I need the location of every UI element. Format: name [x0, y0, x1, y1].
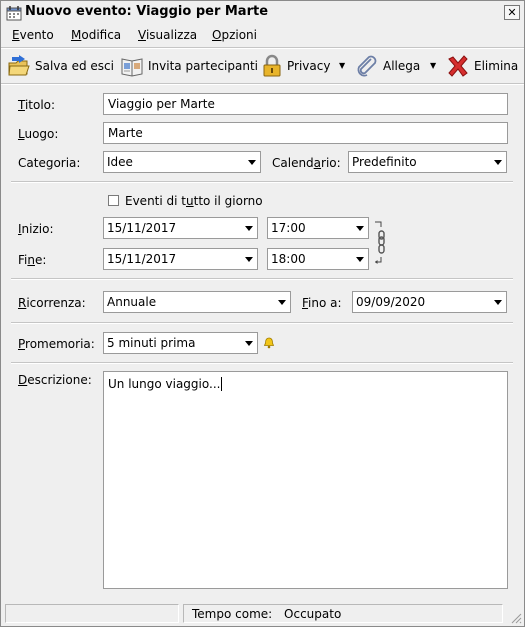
chevron-down-icon	[494, 160, 502, 165]
status-show-as: Tempo come: Occupato	[183, 604, 503, 623]
paperclip-icon	[357, 55, 377, 77]
save-icon	[8, 55, 30, 76]
section-separator	[11, 322, 513, 324]
end-time-picker[interactable]: 18:00	[267, 248, 369, 270]
status-cell-empty	[5, 604, 179, 623]
toolbar-separator	[1, 83, 524, 85]
chevron-down-icon	[248, 160, 256, 165]
bell-icon	[263, 337, 275, 349]
calendar-value: Predefinito	[352, 155, 417, 169]
end-label: Fine:	[18, 253, 47, 267]
attach-dropdown-icon[interactable]: ▼	[430, 61, 436, 70]
recurrence-value: Annuale	[107, 295, 157, 309]
chevron-down-icon	[278, 300, 286, 305]
allday-checkbox[interactable]	[108, 195, 119, 206]
until-date-picker[interactable]: 09/09/2020	[352, 291, 507, 313]
reminder-value: 5 minuti prima	[107, 336, 196, 350]
recurrence-dropdown[interactable]: Annuale	[103, 291, 291, 313]
start-date-value: 15/11/2017	[107, 221, 177, 235]
resize-grip-icon[interactable]	[510, 612, 522, 624]
allday-label[interactable]: Eventi di tutto il giorno	[125, 194, 263, 208]
end-date-value: 15/11/2017	[107, 252, 177, 266]
end-date-picker[interactable]: 15/11/2017	[103, 248, 258, 270]
delete-button[interactable]: Elimina	[446, 52, 518, 80]
until-value: 09/09/2020	[356, 295, 426, 309]
recurrence-label: Ricorrenza:	[18, 296, 86, 310]
invite-button[interactable]: Invita partecipanti	[120, 52, 258, 80]
chevron-down-icon	[494, 300, 502, 305]
menu-evento-rest: vento	[19, 28, 54, 42]
invite-button-label: Invita partecipanti	[148, 59, 258, 73]
privacy-button-label: Privacy	[287, 59, 331, 73]
title-field[interactable]: Viaggio per Marte	[103, 93, 508, 115]
privacy-button[interactable]: Privacy	[261, 52, 330, 80]
calendar-label: Calendario:	[272, 156, 341, 170]
start-time-value: 17:00	[271, 221, 306, 235]
title-bar: Nuovo evento: Viaggio per Marte ✕	[1, 1, 524, 25]
save-button[interactable]: Salva ed esci	[7, 52, 114, 80]
delete-x-icon	[448, 55, 468, 77]
start-label: Inizio:	[18, 222, 54, 236]
window-title: Nuovo evento: Viaggio per Marte	[25, 4, 269, 19]
menu-modifica-rest: odifica	[81, 28, 122, 42]
event-dialog-window: Nuovo evento: Viaggio per Marte ✕ Evento…	[0, 0, 525, 627]
show-as-value: Occupato	[284, 607, 342, 621]
attach-button[interactable]: Allega	[355, 52, 420, 80]
until-label: Fino a:	[302, 296, 342, 310]
category-label: Categoria:	[18, 156, 81, 170]
chevron-down-icon	[356, 257, 364, 262]
category-value: Idee	[107, 155, 133, 169]
chevron-down-icon	[356, 226, 364, 231]
menu-bar: Evento Modifica Visualizza Opzioni	[1, 26, 524, 46]
toolbar: Salva ed esci Invita partecipanti Privac…	[1, 49, 524, 83]
calendar-icon	[6, 6, 22, 21]
description-textarea[interactable]: Un lungo viaggio...	[103, 371, 508, 589]
section-separator	[11, 362, 513, 364]
location-field[interactable]: Marte	[103, 122, 508, 144]
description-label: Descrizione:	[18, 373, 92, 387]
menu-opzioni[interactable]: Opzioni	[212, 28, 257, 42]
reminder-label: Promemoria:	[18, 337, 95, 351]
end-time-value: 18:00	[271, 252, 306, 266]
category-dropdown[interactable]: Idee	[103, 151, 261, 173]
chevron-down-icon	[245, 257, 253, 262]
description-text: Un lungo viaggio...	[108, 377, 221, 391]
menu-visualizza[interactable]: Visualizza	[138, 28, 197, 42]
lock-icon	[263, 54, 281, 77]
start-date-picker[interactable]: 15/11/2017	[103, 217, 258, 239]
status-bar: Tempo come: Occupato	[1, 602, 524, 626]
menu-visualizza-key: V	[138, 28, 146, 42]
chevron-down-icon	[245, 341, 253, 346]
show-as-label: Tempo come:	[192, 607, 273, 621]
menu-evento[interactable]: Evento	[12, 28, 54, 42]
section-separator	[11, 278, 513, 280]
privacy-dropdown-icon[interactable]: ▼	[339, 61, 345, 70]
reminder-dropdown[interactable]: 5 minuti prima	[103, 332, 258, 354]
menu-visualizza-rest: isualizza	[145, 28, 198, 42]
menu-opzioni-rest: pzioni	[221, 28, 257, 42]
close-icon[interactable]: ✕	[504, 5, 520, 20]
title-label: Titolo:	[18, 98, 56, 112]
save-button-label: Salva ed esci	[35, 59, 114, 73]
menu-evento-key: E	[12, 28, 20, 42]
chevron-down-icon	[245, 226, 253, 231]
invite-icon	[121, 58, 143, 77]
calendar-dropdown[interactable]: Predefinito	[348, 151, 507, 173]
section-separator	[11, 181, 513, 183]
delete-button-label: Elimina	[474, 59, 519, 73]
location-label: Luogo:	[18, 127, 59, 141]
attach-button-label: Allega	[383, 59, 421, 73]
start-time-picker[interactable]: 17:00	[267, 217, 369, 239]
text-caret	[221, 377, 223, 391]
menu-modifica[interactable]: Modifica	[71, 28, 121, 42]
link-chain-icon[interactable]	[372, 219, 388, 269]
menu-modifica-key: M	[71, 28, 82, 42]
